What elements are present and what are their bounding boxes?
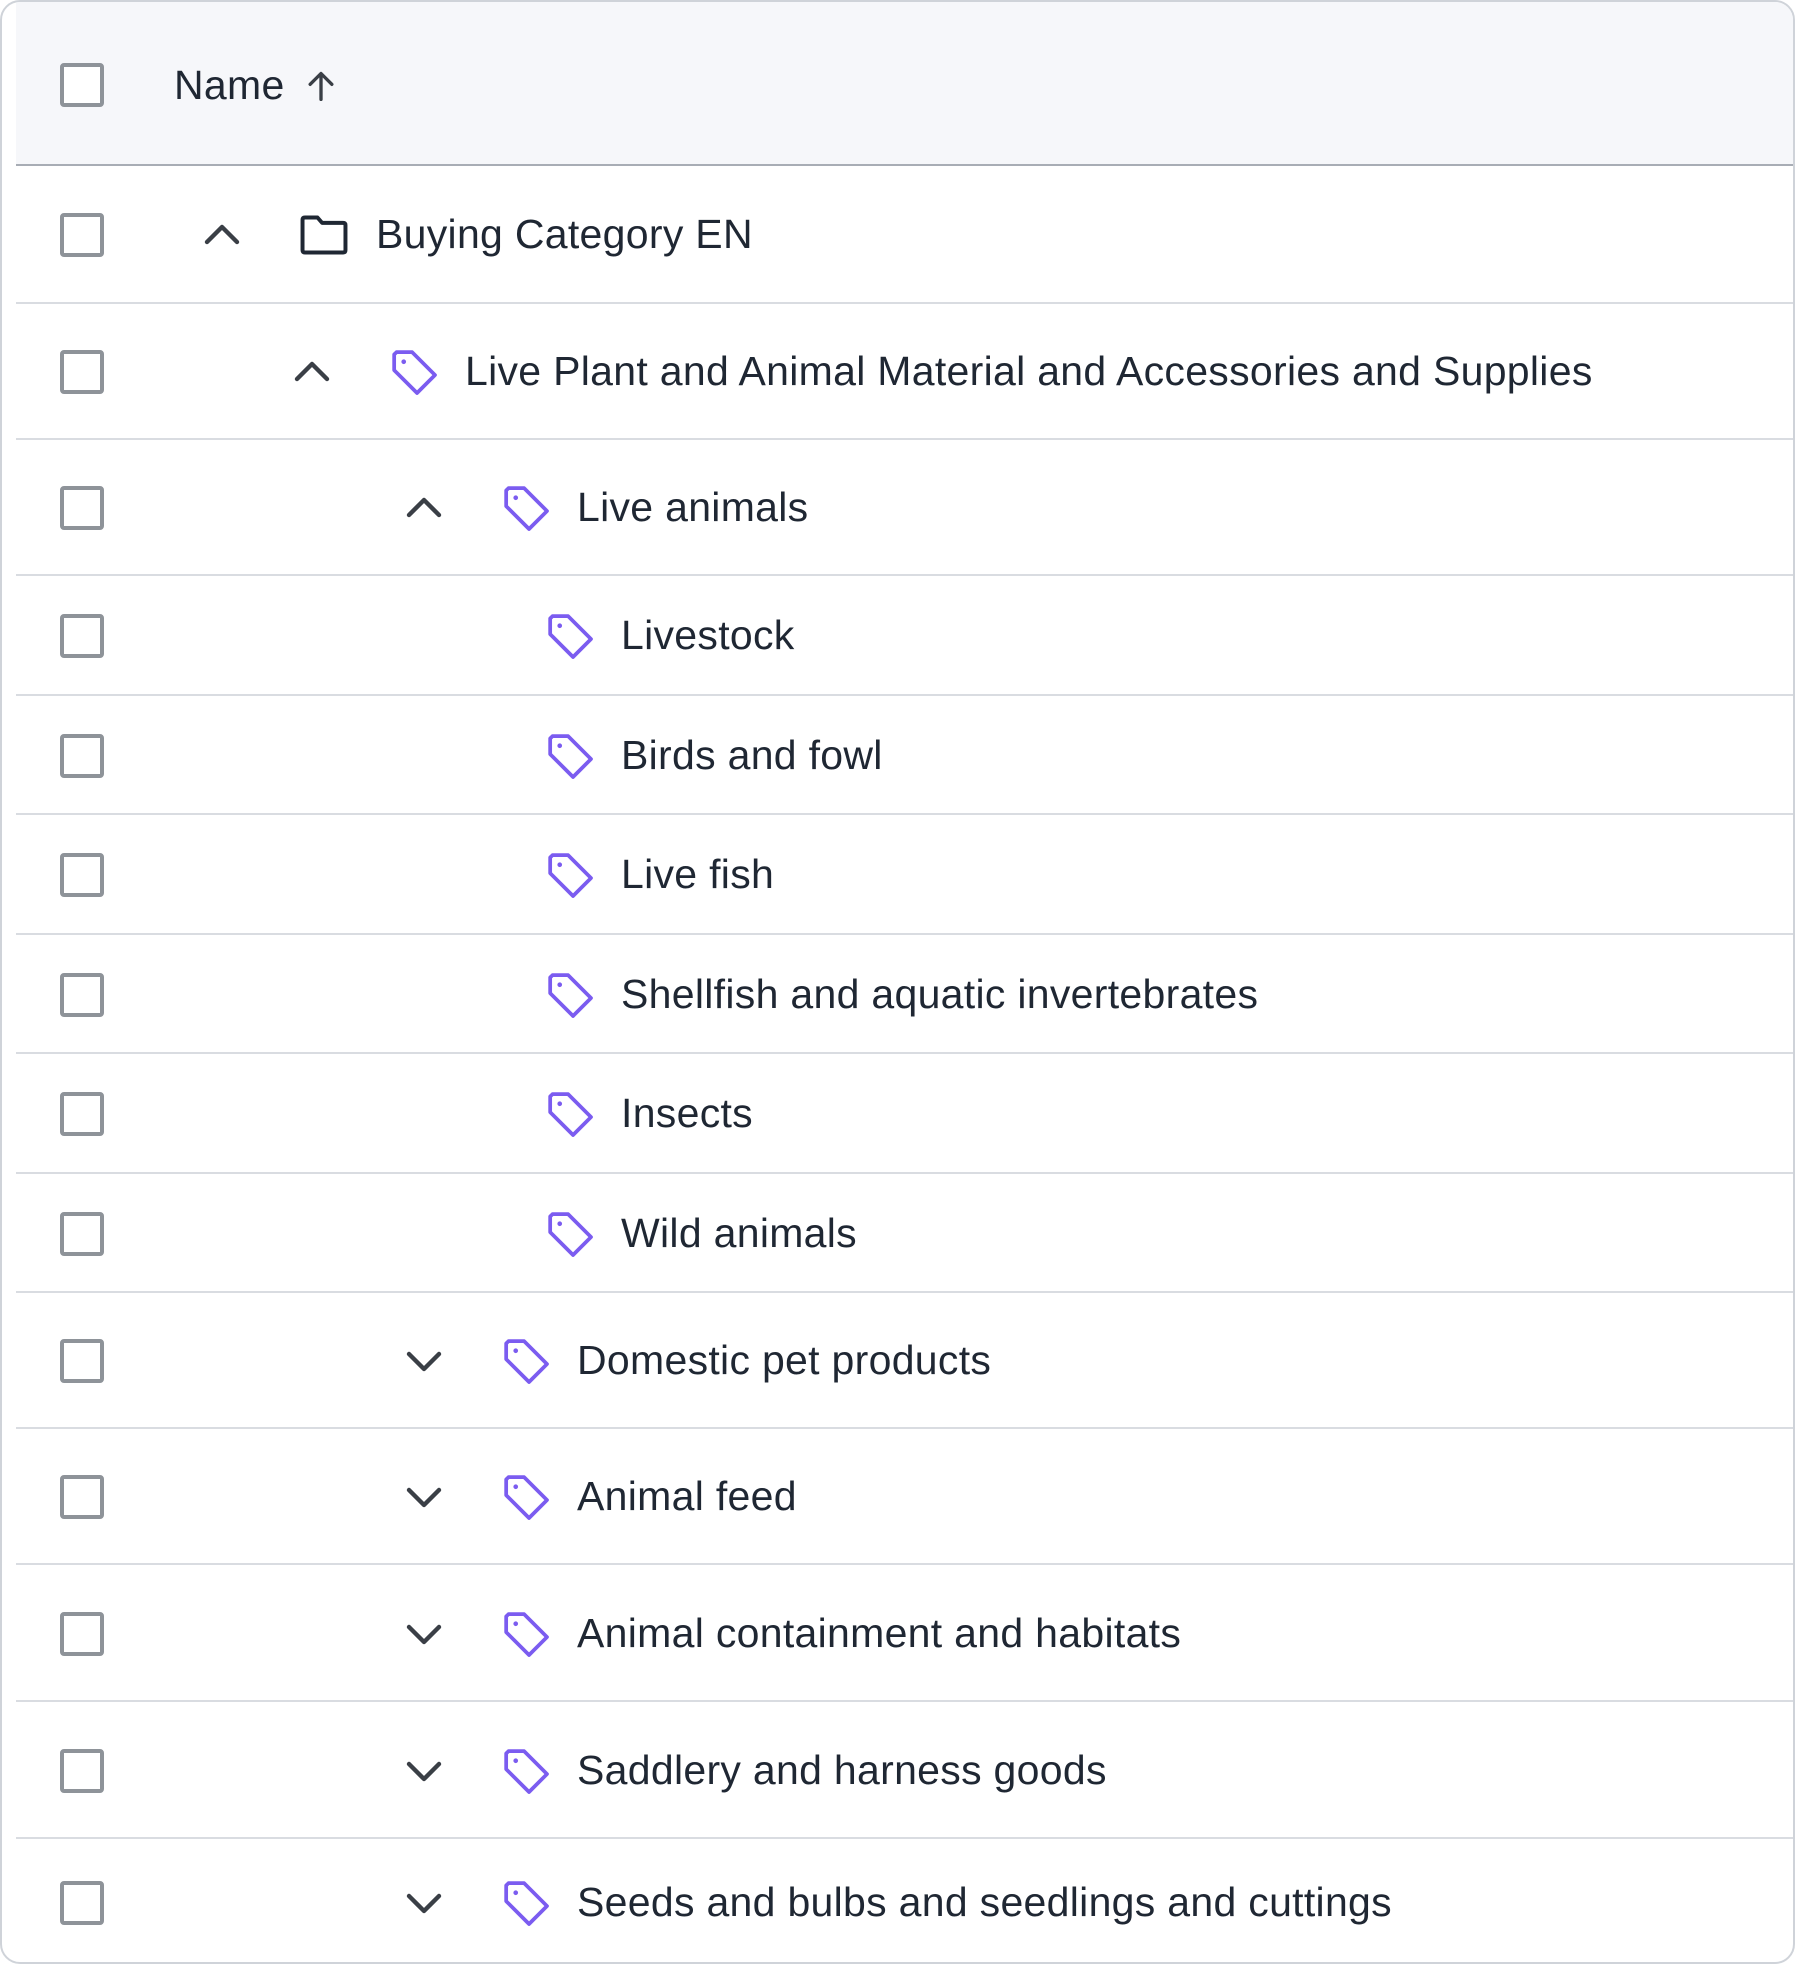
folder-icon [296,207,352,263]
row-checkbox[interactable] [60,1475,104,1519]
tag-icon [542,1206,598,1262]
row-label: Saddlery and harness goods [577,1746,1107,1793]
row-checkbox[interactable] [60,1339,104,1383]
chevron-up-icon[interactable] [198,211,246,259]
row-label: Insects [621,1090,753,1136]
tag-icon [498,480,554,536]
tree-row[interactable]: Live animals [16,440,1793,576]
tag-icon [498,1333,554,1389]
row-label: Live fish [621,851,775,897]
arrow-up-icon [308,71,334,101]
row-checkbox[interactable] [60,733,104,778]
tree-row[interactable]: Animal containment and habitats [16,1565,1793,1702]
chevron-up-icon[interactable] [288,348,336,396]
tag-icon [542,1086,598,1142]
row-checkbox[interactable] [60,972,104,1017]
row-label: Domestic pet products [577,1337,992,1383]
tag-icon [498,1875,554,1931]
chevron-down-icon[interactable] [400,1879,448,1927]
row-label: Live Plant and Animal Material and Acces… [465,348,1593,394]
row-checkbox[interactable] [60,1748,104,1793]
tree-row[interactable]: Domestic pet products [16,1293,1793,1429]
chevron-down-icon[interactable] [400,1747,448,1795]
tree-table: Name Buying Category EN Live Plant and An… [0,0,1795,1964]
tree-row[interactable]: Live fish [16,815,1793,935]
row-label: Birds and fowl [621,731,883,778]
row-checkbox[interactable] [60,350,104,394]
tree-row[interactable]: Birds and fowl [16,696,1793,815]
tree-row[interactable]: Live Plant and Animal Material and Acces… [16,304,1793,440]
row-label: Shellfish and aquatic invertebrates [621,970,1259,1017]
row-checkbox[interactable] [60,1211,104,1256]
tree-row[interactable]: Livestock [16,576,1793,696]
chevron-down-icon[interactable] [400,1610,448,1658]
tag-icon [542,967,598,1023]
tag-icon [498,1743,554,1799]
name-column-header[interactable]: Name [174,62,341,109]
tree-row[interactable]: Buying Category EN [16,166,1793,304]
name-column-label: Name [174,62,285,108]
tag-icon [542,608,598,664]
row-checkbox[interactable] [60,1092,104,1136]
row-checkbox[interactable] [60,1611,104,1656]
chevron-down-icon[interactable] [400,1337,448,1385]
row-checkbox[interactable] [60,213,104,257]
tag-icon [498,1606,554,1662]
chevron-up-icon[interactable] [400,484,448,532]
select-all-checkbox[interactable] [60,63,104,107]
row-label: Live animals [577,484,809,530]
tag-icon [542,728,598,784]
row-checkbox[interactable] [60,1880,104,1925]
chevron-down-icon[interactable] [400,1473,448,1521]
row-checkbox[interactable] [60,486,104,530]
tag-icon [386,344,442,400]
row-checkbox[interactable] [60,614,104,658]
tree-row[interactable]: Shellfish and aquatic invertebrates [16,935,1793,1054]
tag-icon [542,847,598,903]
row-label: Seeds and bulbs and seedlings and cuttin… [577,1878,1392,1925]
tree-row[interactable]: Insects [16,1054,1793,1174]
tree-row[interactable]: Seeds and bulbs and seedlings and cuttin… [16,1839,1793,1962]
tree-row[interactable]: Saddlery and harness goods [16,1702,1793,1839]
row-checkbox[interactable] [60,853,104,897]
row-label: Animal feed [577,1473,797,1519]
tag-icon [498,1469,554,1525]
row-label: Animal containment and habitats [577,1609,1182,1656]
table-header: Name [16,2,1793,166]
tree-row[interactable]: Animal feed [16,1429,1793,1565]
row-label: Wild animals [621,1209,857,1256]
row-label: Livestock [621,612,795,658]
row-label: Buying Category EN [376,211,753,257]
tree-row[interactable]: Wild animals [16,1174,1793,1293]
